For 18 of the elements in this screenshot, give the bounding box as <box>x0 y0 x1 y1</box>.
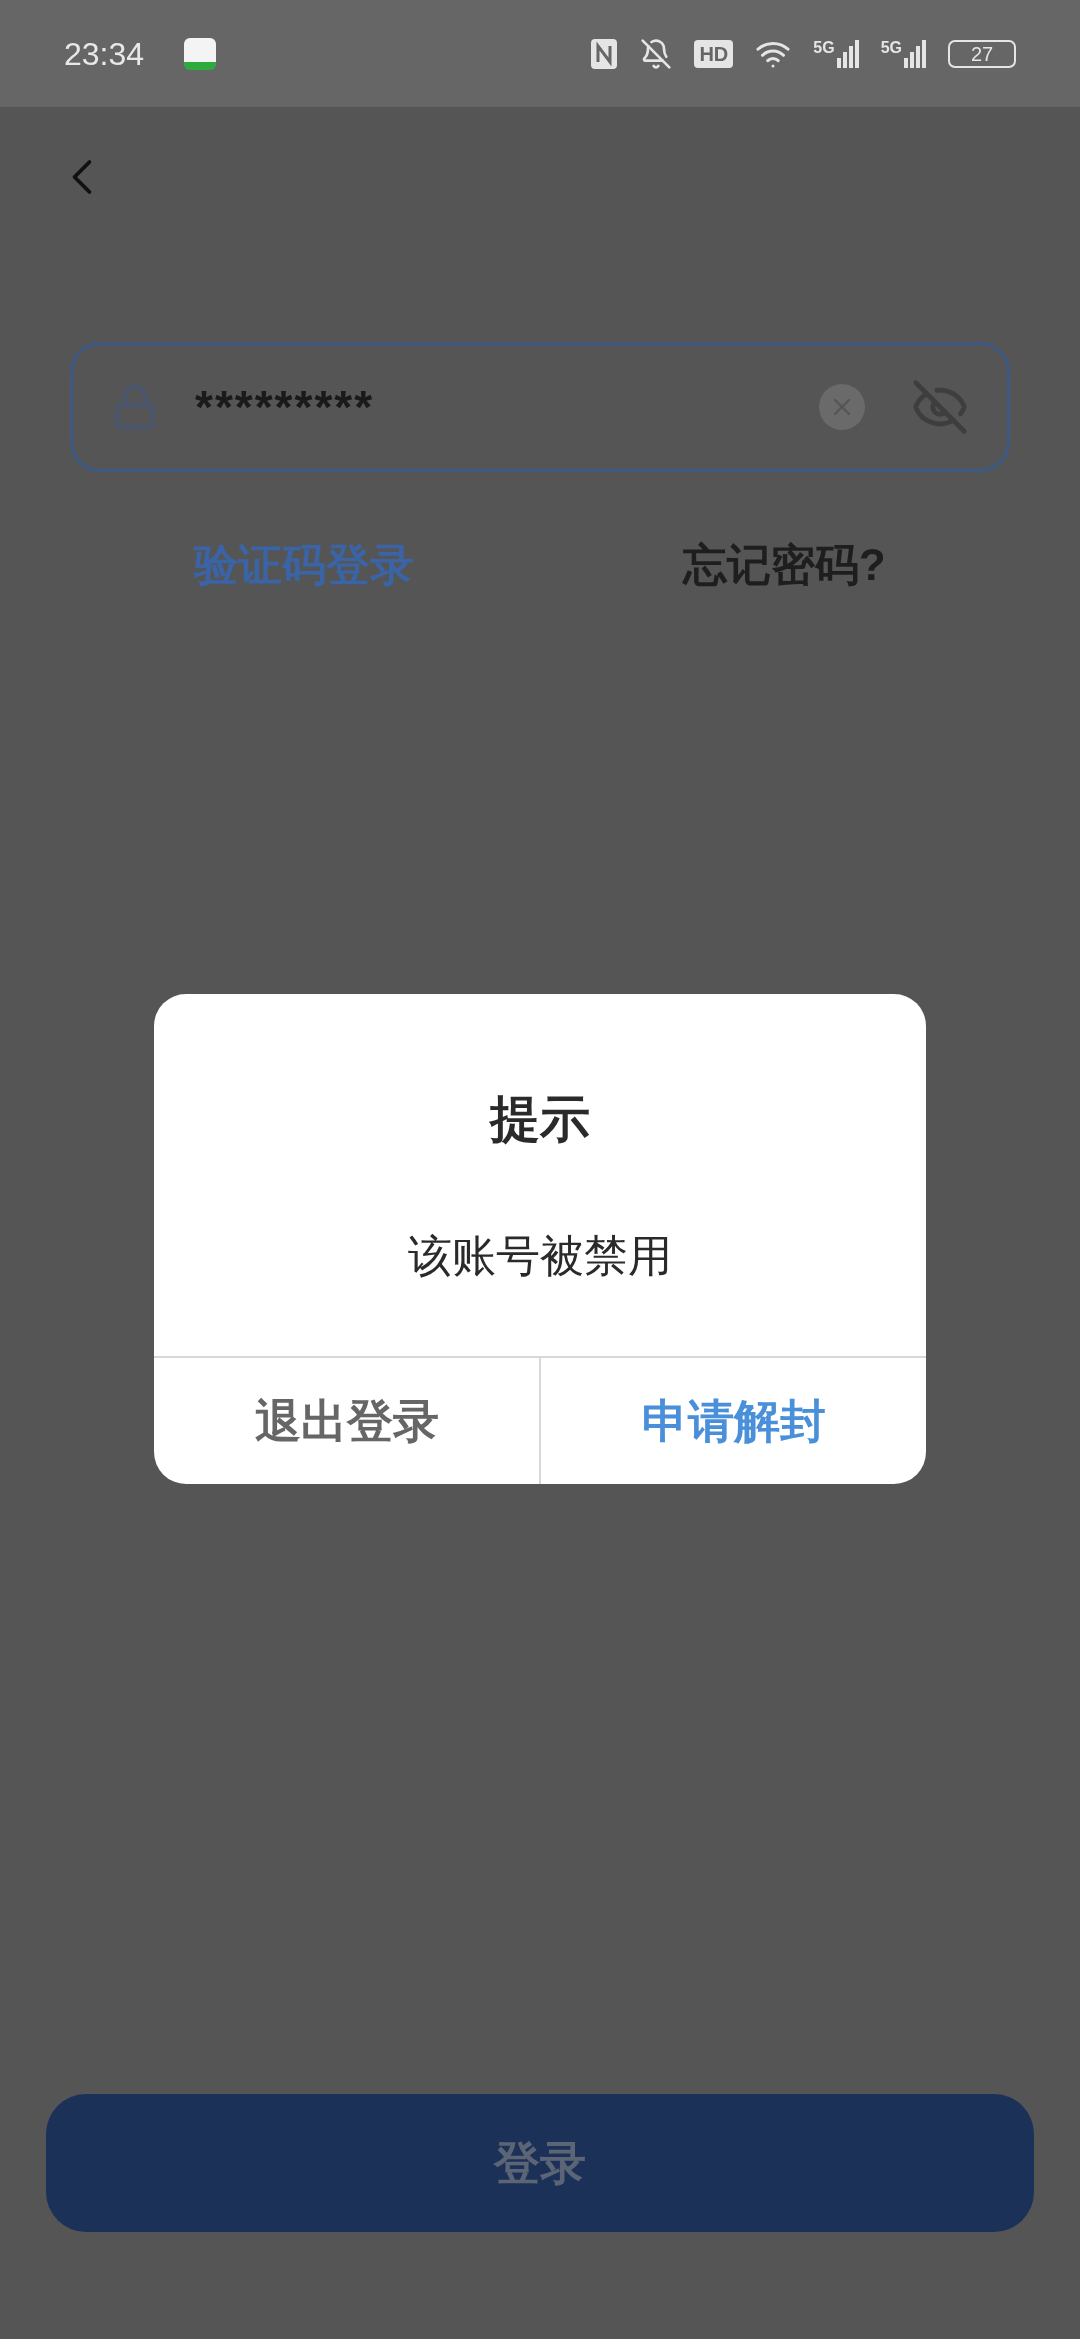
network-type-label: 5G <box>880 39 902 56</box>
login-button[interactable]: 登录 <box>46 2094 1034 2232</box>
dialog-title: 提示 <box>488 1094 591 1144</box>
password-field[interactable]: ********* <box>70 342 1010 472</box>
signal-bars-icon <box>904 39 926 68</box>
hide-password-icon[interactable] <box>911 378 969 436</box>
dialog-button[interactable]: 申请解封 <box>539 1358 926 1484</box>
signal-bars-icon <box>836 39 859 68</box>
dialog-button[interactable]: 退出登录 <box>154 1358 539 1484</box>
link[interactable]: 验证码登录 <box>194 532 415 598</box>
clock: 23:34 <box>64 34 145 74</box>
battery-indicator: 27 <box>948 39 1016 68</box>
dialog-message: 该账号被禁用 <box>407 1234 673 1278</box>
bell-off-icon <box>640 37 673 70</box>
hd-indicator: HD <box>694 39 734 68</box>
nfc-icon <box>590 37 619 70</box>
network-type-label: 5G <box>813 39 835 56</box>
app-notification-icon <box>184 37 217 70</box>
